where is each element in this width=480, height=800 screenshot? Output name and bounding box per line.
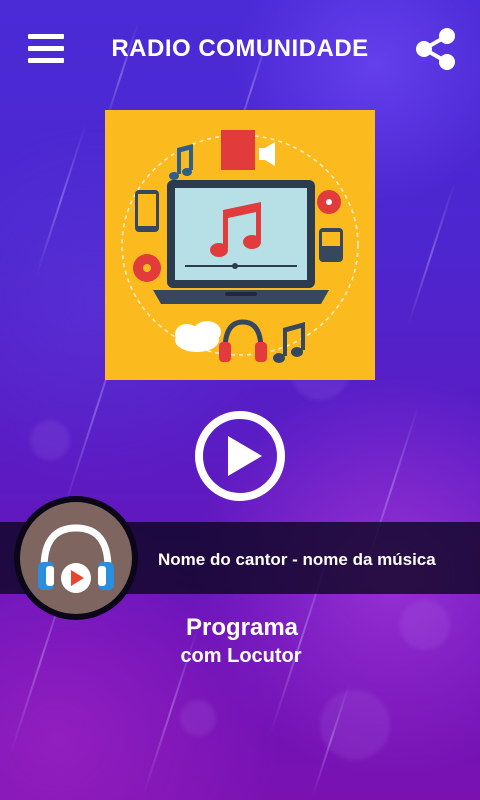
headphones-play-icon xyxy=(38,524,114,593)
play-button[interactable] xyxy=(194,410,286,502)
app-title: RADIO COMUNIDADE xyxy=(111,35,369,62)
program-title: Programa xyxy=(185,614,299,641)
share-icon[interactable] xyxy=(414,27,456,71)
app-header: RADIO COMUNIDADE xyxy=(0,0,480,100)
station-logo xyxy=(14,496,138,620)
track-info: Nome do cantor - nome da música xyxy=(158,550,436,569)
play-icon xyxy=(228,436,262,476)
program-host: com Locutor xyxy=(180,645,302,667)
laptop-music-artwork xyxy=(105,110,375,380)
